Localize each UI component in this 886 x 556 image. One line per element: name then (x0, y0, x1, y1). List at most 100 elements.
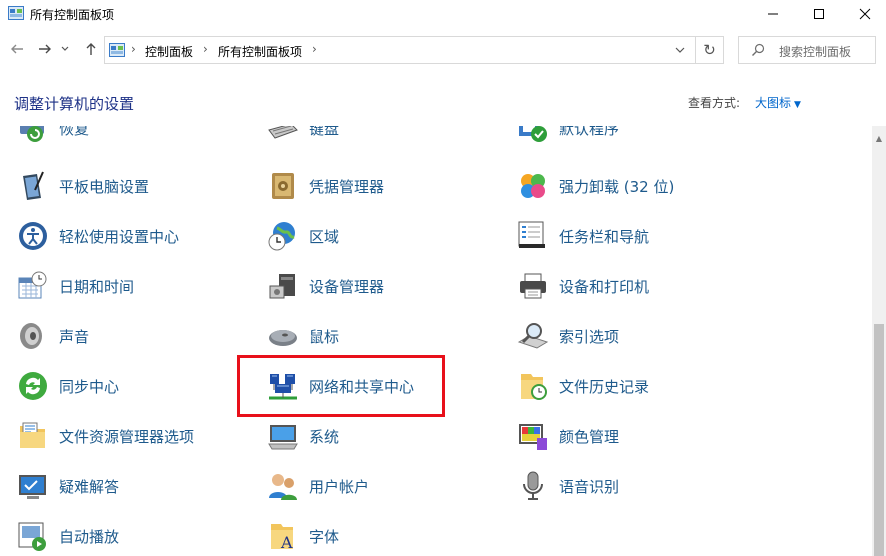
vertical-scrollbar[interactable]: ▲ (872, 126, 886, 556)
view-by-label: 查看方式: (688, 96, 741, 110)
view-by-value[interactable]: 大图标 (755, 96, 791, 110)
item-label[interactable]: 疑难解答 (59, 476, 119, 497)
item-label[interactable]: 语音识别 (559, 476, 619, 497)
item-color-management[interactable]: 颜色管理 (517, 418, 737, 458)
item-label[interactable]: 轻松使用设置中心 (59, 226, 179, 247)
item-mouse[interactable]: 鼠标 (267, 318, 487, 358)
window-title: 所有控制面板项 (30, 8, 115, 22)
sync-icon (19, 372, 47, 400)
item-label[interactable]: 同步中心 (59, 376, 119, 397)
fonts-icon: A (271, 524, 293, 552)
item-keyboard[interactable]: 键盘 (267, 126, 487, 150)
item-speech-recognition[interactable]: 语音识别 (517, 468, 737, 508)
page-title: 调整计算机的设置 (14, 95, 135, 113)
color-management-icon (519, 424, 547, 450)
back-button[interactable] (6, 38, 28, 60)
item-label[interactable]: 字体 (309, 526, 339, 547)
item-credential-manager[interactable]: 凭据管理器 (267, 168, 487, 208)
item-file-history[interactable]: 文件历史记录 (517, 368, 737, 408)
scrollbar-thumb[interactable] (874, 324, 884, 556)
breadcrumb-separator[interactable]: › (203, 42, 208, 56)
breadcrumb-all-items[interactable]: 所有控制面板项 (218, 43, 302, 60)
svg-text:A: A (280, 533, 293, 552)
item-label[interactable]: 设备管理器 (309, 276, 384, 297)
search-box[interactable]: 搜索控制面板 (738, 36, 876, 64)
item-folder-options[interactable]: 文件资源管理器选项 (17, 418, 237, 458)
default-programs-icon (519, 126, 547, 142)
item-uninstaller[interactable]: 强力卸载 (32 位) (517, 168, 737, 208)
title-bar: 所有控制面板项 (0, 0, 886, 28)
item-label[interactable]: 文件历史记录 (559, 376, 649, 397)
item-label[interactable]: 恢复 (59, 126, 89, 139)
highlight-box (237, 355, 445, 417)
view-by-dropdown[interactable]: 大图标 ▼ (755, 94, 801, 111)
item-label[interactable]: 索引选项 (559, 326, 619, 347)
refresh-button[interactable]: ↻ (696, 36, 724, 64)
folder-options-icon (20, 422, 45, 448)
item-label[interactable]: 强力卸载 (32 位) (559, 176, 674, 197)
minimize-icon (768, 13, 778, 15)
item-fonts[interactable]: A 字体 (267, 518, 487, 556)
item-default-programs[interactable]: 默认程序 (517, 126, 737, 150)
item-recovery[interactable]: 恢复 (17, 126, 237, 150)
breadcrumb-separator[interactable]: › (312, 42, 317, 56)
item-label[interactable]: 凭据管理器 (309, 176, 384, 197)
breadcrumb-separator[interactable]: › (131, 42, 136, 56)
item-label[interactable]: 文件资源管理器选项 (59, 426, 194, 447)
item-label[interactable]: 平板电脑设置 (59, 176, 149, 197)
item-device-manager[interactable]: 设备管理器 (267, 268, 487, 308)
recovery-icon (20, 126, 44, 142)
recent-locations-button[interactable] (58, 38, 72, 60)
items-grid: 恢复 键盘 默认程序 平板电脑设置 凭据管理器 强力卸载 (32 位) 轻松使用… (0, 126, 872, 556)
item-devices-printers[interactable]: 设备和打印机 (517, 268, 737, 308)
control-panel-icon (8, 6, 24, 20)
uninstall-icon (521, 174, 545, 198)
item-sync-center[interactable]: 同步中心 (17, 368, 237, 408)
search-input[interactable]: 搜索控制面板 (779, 43, 851, 60)
navigation-bar: › 控制面板 › 所有控制面板项 › ↻ 搜索控制面板 (0, 34, 886, 66)
close-button[interactable] (842, 0, 886, 28)
item-label[interactable]: 任务栏和导航 (559, 226, 649, 247)
keyboard-icon (268, 126, 298, 139)
item-label[interactable]: 声音 (59, 326, 89, 347)
item-user-accounts[interactable]: 用户帐户 (267, 468, 487, 508)
item-label[interactable]: 区域 (309, 226, 339, 247)
item-label[interactable]: 日期和时间 (59, 276, 134, 297)
tablet-icon (23, 171, 44, 200)
search-icon (752, 43, 765, 56)
close-icon (859, 8, 871, 20)
item-date-time[interactable]: 日期和时间 (17, 268, 237, 308)
item-label[interactable]: 用户帐户 (309, 476, 369, 497)
item-sound[interactable]: 声音 (17, 318, 237, 358)
address-dropdown-button[interactable] (665, 37, 695, 63)
maximize-button[interactable] (796, 0, 842, 28)
item-label[interactable]: 系统 (309, 426, 339, 447)
up-arrow-icon (86, 43, 96, 55)
minimize-button[interactable] (750, 0, 796, 28)
caret-down-icon[interactable]: ▼ (794, 100, 801, 110)
item-label[interactable]: 鼠标 (309, 326, 339, 347)
item-label[interactable]: 颜色管理 (559, 426, 619, 447)
item-taskbar-navigation[interactable]: 任务栏和导航 (517, 218, 737, 258)
item-label[interactable]: 键盘 (309, 126, 339, 139)
item-autoplay[interactable]: 自动播放 (17, 518, 237, 556)
item-label[interactable]: 自动播放 (59, 526, 119, 547)
item-label[interactable]: 设备和打印机 (559, 276, 649, 297)
item-troubleshooting[interactable]: 疑难解答 (17, 468, 237, 508)
item-tablet-settings[interactable]: 平板电脑设置 (17, 168, 237, 208)
breadcrumb-control-panel[interactable]: 控制面板 (145, 43, 193, 60)
control-panel-icon (109, 43, 125, 57)
item-label[interactable]: 默认程序 (559, 126, 619, 139)
item-system[interactable]: 系统 (267, 418, 487, 458)
chevron-down-icon (61, 46, 69, 51)
device-manager-icon (269, 274, 295, 299)
scroll-up-icon[interactable]: ▲ (872, 134, 886, 146)
taskbar-icon (518, 221, 545, 248)
user-accounts-icon (269, 474, 297, 500)
item-indexing-options[interactable]: 索引选项 (517, 318, 737, 358)
forward-button[interactable] (34, 38, 56, 60)
up-button[interactable] (80, 38, 102, 60)
item-ease-of-access[interactable]: 轻松使用设置中心 (17, 218, 237, 258)
address-bar[interactable]: › 控制面板 › 所有控制面板项 › (104, 36, 696, 64)
item-region[interactable]: 区域 (267, 218, 487, 258)
